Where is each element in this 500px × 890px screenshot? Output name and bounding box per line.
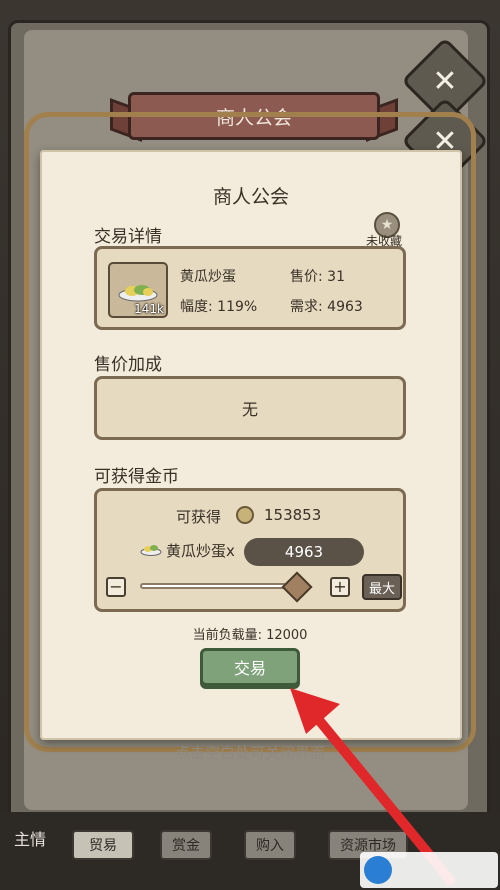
quantity-input[interactable]: 4963 [244,538,364,566]
bonus-value: 无 [241,400,258,419]
item-count-badge: 141k [134,302,164,316]
dish-icon [118,285,158,302]
capacity-text: 当前负载量: 12000 [192,628,308,643]
dialog-title: 商人公会 [212,186,289,208]
dish-icon [140,545,162,556]
item-amplitude: 幅度: 119% [180,299,258,315]
item-price: 售价: 31 [290,269,345,285]
watermark-logo [360,852,498,888]
trade-details-label: 交易详情 [94,227,162,247]
item-name: 黄瓜炒蛋 [180,269,236,285]
item-demand: 需求: 4963 [290,299,363,315]
bonus-label: 售价加成 [94,355,162,375]
obtainable-label: 可获得 [176,508,222,526]
tab-trade[interactable]: 贸易 [72,830,134,860]
quantity-slider[interactable] [140,583,300,589]
watermark-icon [364,856,392,884]
bonus-box: 无 [94,376,406,440]
tab-bounty[interactable]: 赏金 [160,830,212,860]
obtainable-value: 153853 [264,506,322,524]
main-label: 主情 [14,830,47,849]
max-button[interactable]: 最大 [362,574,402,600]
minus-button[interactable]: − [106,577,126,597]
quantity-item-label: 黄瓜炒蛋x [166,542,235,560]
coin-icon [236,506,254,524]
item-icon[interactable]: 141k [108,262,168,318]
plus-button[interactable]: + [330,577,350,597]
coins-label: 可获得金币 [94,467,179,487]
